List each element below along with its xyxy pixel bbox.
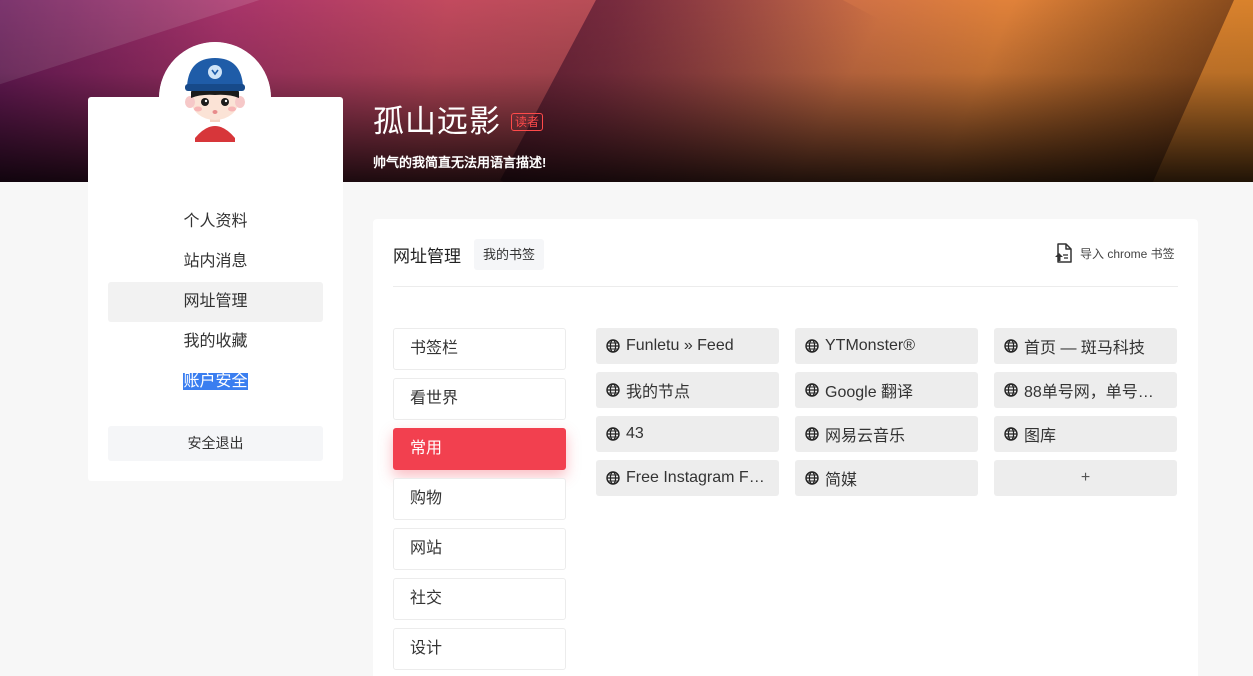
globe-icon [606,383,620,397]
category-item[interactable]: 网站 [393,528,566,570]
role-badge: 读者 [511,113,544,131]
sidebar-item-label: 站内消息 [183,253,248,270]
globe-icon [805,383,819,397]
add-link-button[interactable]: + [994,460,1177,496]
sidebar-item-label: 网址管理 [183,293,248,310]
sidebar-item-label: 我的收藏 [183,333,248,350]
category-item[interactable]: 书签栏 [393,328,566,370]
category-list: 书签栏 看世界 常用 购物 网站 社交 设计 [393,328,566,676]
link-item[interactable]: 我的节点 [596,372,779,408]
page-title: 网址管理 [393,247,461,266]
globe-icon [1004,339,1018,353]
link-item[interactable]: YTMonster® [795,328,978,364]
sidebar-item-profile[interactable]: 个人资料 [108,202,323,242]
link-item[interactable]: 43 [596,416,779,452]
avatar[interactable] [159,42,271,154]
link-item[interactable]: 简媒 [795,460,978,496]
globe-icon [606,427,620,441]
globe-icon [805,427,819,441]
link-item[interactable]: Google 翻译 [795,372,978,408]
link-item[interactable]: 图库 [994,416,1177,452]
link-label: Google 翻译 [825,384,914,401]
bookmarks-tab[interactable]: 我的书签 [474,239,545,270]
globe-icon [1004,427,1018,441]
category-item[interactable]: 社交 [393,578,566,620]
category-item-active[interactable]: 常用 [393,428,566,470]
sidebar-item-account-security[interactable]: 账户安全 [108,362,323,402]
link-item[interactable]: Funletu » Feed [596,328,779,364]
link-item[interactable]: Free Instagram F… [596,460,779,496]
link-label: 88单号网，单号… [1024,384,1154,401]
link-label: 首页 — 斑马科技 [1024,340,1145,357]
link-grid: Funletu » Feed YTMonster® 首页 — 斑马科技 我的节点… [596,328,1178,496]
link-item[interactable]: 88单号网，单号… [994,372,1177,408]
category-item[interactable]: 设计 [393,628,566,670]
category-item[interactable]: 看世界 [393,378,566,420]
sidebar-item-url-management[interactable]: 网址管理 [108,282,323,322]
link-label: YTMonster® [825,337,916,354]
link-label: Free Instagram F… [626,469,765,486]
file-import-icon [1055,243,1072,263]
category-item[interactable]: 购物 [393,478,566,520]
user-motto: 帅气的我简直无法用语言描述! [373,155,547,170]
link-item[interactable]: 首页 — 斑马科技 [994,328,1177,364]
globe-icon [805,471,819,485]
link-label: 图库 [1024,428,1057,445]
link-label: 简媒 [825,472,858,489]
globe-icon [1004,383,1018,397]
divider [393,286,1178,287]
sidebar-nav: 个人资料 站内消息 网址管理 我的收藏 账户安全 [108,202,323,402]
sidebar-item-messages[interactable]: 站内消息 [108,242,323,282]
import-label: 导入 chrome 书签 [1080,246,1175,261]
sidebar-item-label: 账户安全 [183,373,248,390]
globe-icon [805,339,819,353]
avatar-cartoon-icon [159,42,271,154]
link-label: Funletu » Feed [626,337,734,354]
globe-icon [606,471,620,485]
link-label: 我的节点 [626,384,691,401]
link-item[interactable]: 网易云音乐 [795,416,978,452]
sidebar-item-label: 个人资料 [183,213,248,230]
import-chrome-bookmarks-button[interactable]: 导入 chrome 书签 [1054,242,1175,264]
link-label: 网易云音乐 [825,428,906,445]
sidebar-item-favorites[interactable]: 我的收藏 [108,322,323,362]
user-name: 孤山远影 [373,104,501,139]
link-label: 43 [626,425,644,442]
logout-button[interactable]: 安全退出 [108,426,323,461]
globe-icon [606,339,620,353]
